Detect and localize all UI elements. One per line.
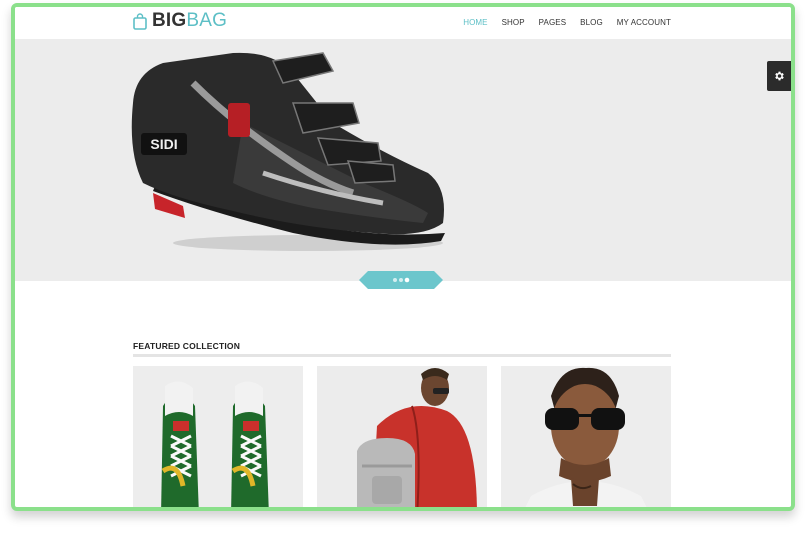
slider-pagination[interactable]: [359, 271, 443, 289]
browser-frame: BIG BAG HOME SHOP PAGES BLOG MY ACCOUNT: [11, 3, 795, 511]
featured-divider: [133, 354, 671, 357]
slide-dot-1[interactable]: [393, 278, 397, 282]
nav-blog[interactable]: BLOG: [580, 18, 603, 27]
nav-my-account[interactable]: MY ACCOUNT: [617, 18, 671, 27]
green-sneakers-image: [133, 366, 303, 507]
gear-icon: [775, 71, 784, 81]
shoe-brand-label: SIDI: [150, 136, 177, 152]
product-card-sneakers[interactable]: [133, 366, 303, 507]
man-with-backpack-image: [317, 366, 487, 507]
slide-dot-2[interactable]: [399, 278, 403, 282]
cycling-shoe-image: SIDI: [131, 52, 445, 251]
product-card-sunglasses[interactable]: [501, 366, 671, 507]
nav-home[interactable]: HOME: [463, 18, 487, 27]
settings-toggle-button[interactable]: [767, 61, 791, 91]
logo-text-bag: BAG: [186, 10, 228, 31]
site-logo[interactable]: BIG BAG: [133, 10, 227, 32]
slide-dot-3[interactable]: [404, 277, 410, 283]
shopping-bag-icon: [133, 12, 147, 30]
product-card-backpack[interactable]: [317, 366, 487, 507]
site-header: BIG BAG HOME SHOP PAGES BLOG MY ACCOUNT: [15, 7, 791, 39]
main-nav: HOME SHOP PAGES BLOG MY ACCOUNT: [463, 18, 671, 27]
featured-collection-heading: FEATURED COLLECTION: [133, 341, 241, 351]
man-with-sunglasses-image: [501, 366, 671, 507]
logo-text-big: BIG: [152, 10, 187, 31]
nav-pages[interactable]: PAGES: [539, 18, 566, 27]
nav-shop[interactable]: SHOP: [502, 18, 525, 27]
hero-slider: SIDI: [15, 39, 791, 289]
